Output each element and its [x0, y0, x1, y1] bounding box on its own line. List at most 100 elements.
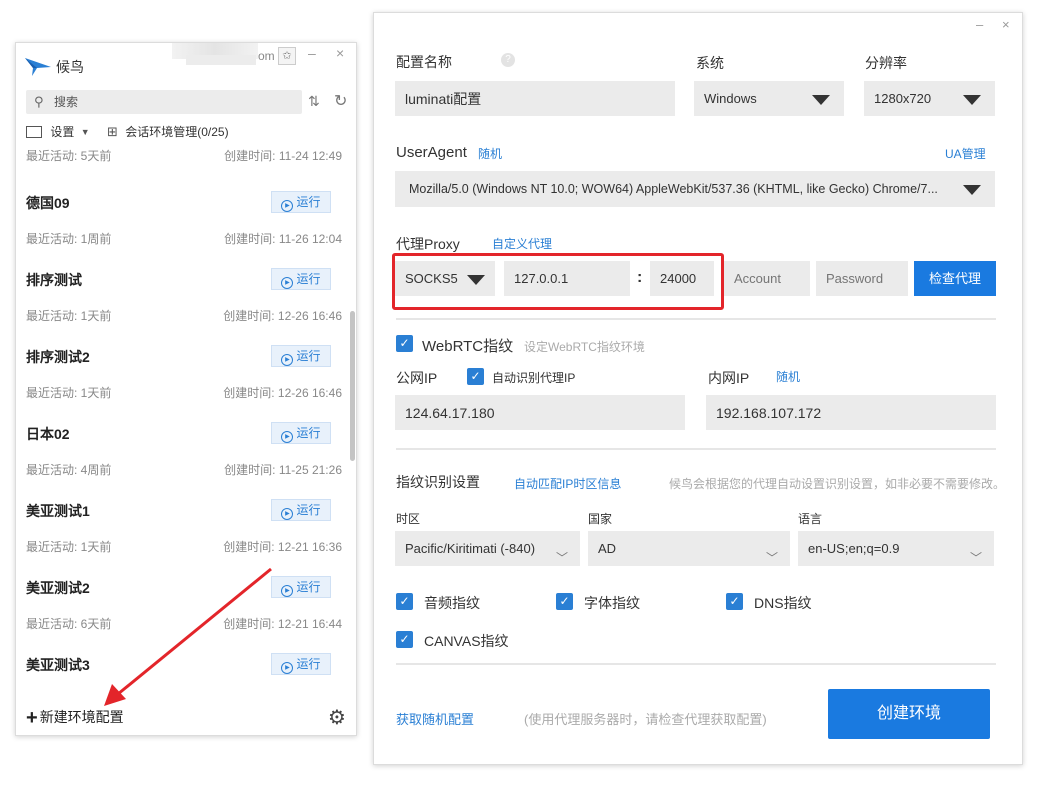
list-item[interactable]: 德国09 ▶运行 最近活动: 1周前 创建时间: 11-26 12:04: [26, 183, 342, 257]
list-item[interactable]: 美亚测试1 ▶运行 最近活动: 1天前 创建时间: 12-21 16:36: [26, 491, 342, 565]
create-env-button[interactable]: 创建环境: [828, 689, 990, 739]
list-item[interactable]: 最近活动: 5天前 创建时间: 11-24 12:49: [26, 147, 342, 167]
chevron-down-icon: ﹀: [556, 541, 568, 576]
country-select[interactable]: AD﹀: [588, 531, 790, 566]
item-name: 美亚测试3: [26, 655, 90, 675]
chevron-down-icon[interactable]: ▼: [81, 127, 90, 137]
close-button[interactable]: ×: [1002, 17, 1010, 32]
item-created: 创建时间: 12-21 16:44: [223, 615, 342, 632]
play-icon: ▶: [281, 508, 293, 520]
public-ip-input[interactable]: [395, 395, 685, 430]
webrtc-checkbox[interactable]: ✓: [396, 335, 413, 352]
grid-icon: ⊞: [107, 124, 118, 140]
scrollbar[interactable]: [350, 311, 355, 461]
divider: [396, 448, 996, 450]
pin-icon[interactable]: ✩: [278, 47, 296, 65]
custom-proxy-link[interactable]: 自定义代理: [492, 235, 552, 252]
list-item[interactable]: 美亚测试3 ▶运行: [26, 645, 342, 687]
proxy-label: 代理Proxy: [396, 234, 460, 254]
run-button[interactable]: ▶运行: [271, 268, 331, 290]
item-activity: 最近活动: 4周前: [26, 461, 111, 478]
auto-match-link[interactable]: 自动匹配IP时区信息: [514, 475, 621, 492]
list-item[interactable]: 日本02 ▶运行 最近活动: 4周前 创建时间: 11-25 21:26: [26, 414, 342, 488]
item-activity: 最近活动: 5天前: [26, 149, 111, 163]
system-select[interactable]: Windows: [694, 81, 844, 116]
highlight-box: [392, 253, 724, 310]
item-created: 创建时间: 11-25 21:26: [224, 461, 342, 478]
ua-random-link[interactable]: 随机: [478, 145, 502, 162]
intranet-random-link[interactable]: 随机: [776, 368, 800, 385]
item-name: 日本02: [26, 424, 70, 444]
webrtc-hint: 设定WebRTC指纹环境: [524, 338, 645, 355]
auto-detect-checkbox[interactable]: ✓: [467, 368, 484, 385]
timezone-select[interactable]: Pacific/Kiritimati (-840)﹀: [395, 531, 580, 566]
monitor-icon: [26, 126, 42, 138]
settings-menu[interactable]: 设置: [50, 123, 74, 140]
list-item[interactable]: 排序测试2 ▶运行 最近活动: 1天前 创建时间: 12-26 16:46: [26, 337, 342, 411]
item-created: 创建时间: 12-21 16:36: [223, 538, 342, 555]
intranet-ip-input[interactable]: [706, 395, 996, 430]
run-button[interactable]: ▶运行: [271, 191, 331, 213]
font-label: 字体指纹: [584, 593, 640, 613]
run-button[interactable]: ▶运行: [271, 422, 331, 444]
audio-checkbox[interactable]: ✓: [396, 593, 413, 610]
play-icon: ▶: [281, 277, 293, 289]
config-window: – × 配置名称 ? 系统 分辨率 Windows 1280x720 UserA…: [373, 12, 1023, 765]
ua-manage-link[interactable]: UA管理: [945, 145, 986, 162]
resolution-select[interactable]: 1280x720: [864, 81, 995, 116]
new-env-button[interactable]: +新建环境配置: [26, 707, 124, 730]
public-ip-label: 公网IP: [396, 368, 437, 388]
profile-list-window: 候鸟 om ✩ – × ⚲ ⇅ ↻ 设置 ▼ ⊞ 会话环境管理(0/25) 最近…: [15, 42, 357, 736]
run-button[interactable]: ▶运行: [271, 576, 331, 598]
webrtc-label: WebRTC指纹: [422, 335, 513, 356]
item-activity: 最近活动: 1天前: [26, 307, 111, 324]
canvas-label: CANVAS指纹: [424, 631, 509, 651]
minimize-button[interactable]: –: [976, 17, 983, 32]
item-name: 德国09: [26, 193, 70, 213]
proxy-password-input[interactable]: [816, 261, 908, 296]
gear-icon[interactable]: ⚙: [328, 705, 346, 730]
list-item[interactable]: 美亚测试2 ▶运行 最近活动: 6天前 创建时间: 12-21 16:44: [26, 568, 342, 642]
random-config-link[interactable]: 获取随机配置: [396, 709, 474, 728]
bird-logo-icon: [24, 55, 52, 77]
run-button[interactable]: ▶运行: [271, 499, 331, 521]
list-item[interactable]: 排序测试 ▶运行 最近活动: 1天前 创建时间: 12-26 16:46: [26, 260, 342, 334]
refresh-icon[interactable]: ↻: [334, 91, 347, 111]
search-icon: ⚲: [34, 94, 44, 110]
item-created: 创建时间: 12-26 16:46: [223, 384, 342, 401]
search-box[interactable]: ⚲: [26, 90, 302, 114]
chevron-down-icon: ﹀: [970, 541, 982, 576]
useragent-label: UserAgent: [396, 144, 467, 161]
dns-checkbox[interactable]: ✓: [726, 593, 743, 610]
session-manage-link[interactable]: 会话环境管理(0/25): [125, 123, 228, 140]
profile-list[interactable]: 最近活动: 5天前 创建时间: 11-24 12:49 德国09 ▶运行 最近活…: [16, 147, 350, 687]
language-select[interactable]: en-US;en;q=0.9﹀: [798, 531, 994, 566]
config-name-input[interactable]: [395, 81, 675, 116]
blurred-title-2: [186, 55, 256, 65]
sort-icon[interactable]: ⇅: [308, 93, 320, 110]
dropdown-arrow-icon: [963, 185, 981, 195]
help-icon[interactable]: ?: [501, 53, 515, 67]
timezone-label: 时区: [396, 510, 420, 527]
dns-label: DNS指纹: [754, 593, 812, 613]
item-created: 创建时间: 11-24 12:49: [224, 147, 342, 164]
run-button[interactable]: ▶运行: [271, 345, 331, 367]
check-proxy-button[interactable]: 检查代理: [914, 261, 996, 296]
fingerprint-label: 指纹识别设置: [396, 472, 480, 492]
play-icon: ▶: [281, 431, 293, 443]
font-checkbox[interactable]: ✓: [556, 593, 573, 610]
useragent-select[interactable]: Mozilla/5.0 (Windows NT 10.0; WOW64) App…: [395, 171, 995, 207]
search-input[interactable]: [54, 93, 294, 111]
auto-detect-label: 自动识别代理IP: [492, 369, 575, 386]
app-name: 候鸟: [56, 57, 84, 77]
minimize-button[interactable]: –: [308, 45, 316, 61]
item-name: 排序测试: [26, 270, 82, 290]
play-icon: ▶: [281, 662, 293, 674]
run-button[interactable]: ▶运行: [271, 653, 331, 675]
item-name: 排序测试2: [26, 347, 90, 367]
proxy-account-input[interactable]: [724, 261, 810, 296]
close-button[interactable]: ×: [336, 45, 344, 61]
left-toolbar: 设置 ▼ ⊞ 会话环境管理(0/25): [26, 123, 229, 141]
canvas-checkbox[interactable]: ✓: [396, 631, 413, 648]
system-label: 系统: [696, 53, 724, 73]
